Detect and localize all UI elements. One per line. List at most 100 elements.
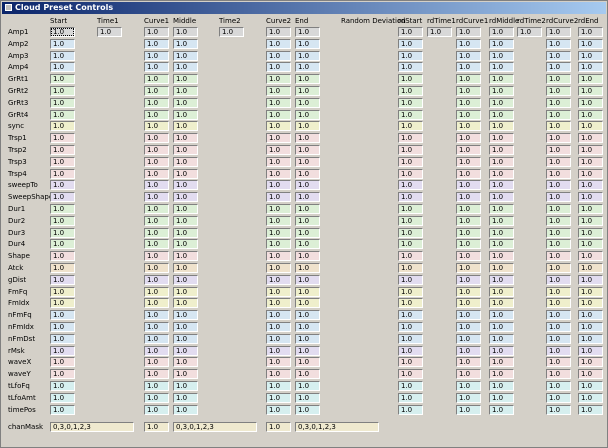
rdmiddle-field[interactable]: 1.0 [489,287,514,297]
curve1-field[interactable]: 1.0 [144,157,169,167]
middle-field[interactable]: 1.0 [173,121,198,131]
curve2-field[interactable]: 1.0 [266,228,291,238]
curve1-field[interactable]: 1.0 [144,145,169,155]
rdstart-field[interactable]: 1.0 [398,275,423,285]
rdmiddle-field[interactable]: 1.0 [489,204,514,214]
start-field[interactable]: 1.0 [50,298,75,308]
rdcurve1-field[interactable]: 1.0 [456,110,481,120]
rdend-field[interactable]: 1.0 [578,346,603,356]
end-field[interactable]: 1.0 [295,145,320,155]
end-field[interactable]: 1.0 [295,86,320,96]
curve1-field[interactable]: 1.0 [144,51,169,61]
middle-field[interactable]: 1.0 [173,239,198,249]
end-field[interactable]: 1.0 [295,39,320,49]
start-field[interactable]: 1.0 [50,86,75,96]
rdcurve1-field[interactable]: 1.0 [456,346,481,356]
rdcurve2-field[interactable]: 1.0 [546,275,571,285]
rdstart-field[interactable]: 1.0 [398,381,423,391]
end-field[interactable]: 1.0 [295,275,320,285]
curve1-field[interactable]: 1.0 [144,169,169,179]
rdcurve1-field[interactable]: 1.0 [456,121,481,131]
rdmiddle-field[interactable]: 1.0 [489,86,514,96]
middle-field[interactable]: 1.0 [173,310,198,320]
rdcurve1-field[interactable]: 1.0 [456,239,481,249]
title-bar[interactable]: Cloud Preset Controls [2,2,606,14]
rdmiddle-field[interactable]: 1.0 [489,228,514,238]
rdstart-field[interactable]: 1.0 [398,334,423,344]
curve1-field[interactable]: 1.0 [144,62,169,72]
rdend-field[interactable]: 1.0 [578,357,603,367]
curve2-field[interactable]: 1.0 [266,405,291,415]
rdcurve1-field[interactable]: 1.0 [456,263,481,273]
rdstart-field[interactable]: 1.0 [398,393,423,403]
rdend-field[interactable]: 1.0 [578,263,603,273]
rdstart-field[interactable]: 1.0 [398,169,423,179]
curve2-field[interactable]: 1.0 [266,263,291,273]
rdcurve2-field[interactable]: 1.0 [546,157,571,167]
end-field[interactable]: 1.0 [295,322,320,332]
curve1-field[interactable]: 1.0 [144,369,169,379]
start-field[interactable]: 1.0 [50,239,75,249]
start-field[interactable]: 1.0 [50,27,75,37]
middle-field[interactable]: 1.0 [173,251,198,261]
rdmiddle-field[interactable]: 1.0 [489,98,514,108]
middle-field[interactable]: 1.0 [173,322,198,332]
middle-field[interactable]: 1.0 [173,169,198,179]
start-field[interactable]: 1.0 [50,346,75,356]
rdcurve2-field[interactable]: 1.0 [546,287,571,297]
end-field[interactable]: 1.0 [295,310,320,320]
curve2-field[interactable]: 1.0 [266,121,291,131]
middle-field[interactable]: 1.0 [173,334,198,344]
end-field[interactable]: 1.0 [295,51,320,61]
rdmiddle-field[interactable]: 1.0 [489,275,514,285]
curve1-field[interactable]: 1.0 [144,322,169,332]
rdend-field[interactable]: 1.0 [578,133,603,143]
middle-field[interactable]: 1.0 [173,180,198,190]
start-field[interactable]: 1.0 [50,310,75,320]
rdcurve2-field[interactable]: 1.0 [546,51,571,61]
curve1-field[interactable]: 1.0 [144,204,169,214]
curve2-field[interactable]: 1.0 [266,298,291,308]
rdcurve1-field[interactable]: 1.0 [456,133,481,143]
rdcurve1-field[interactable]: 1.0 [456,251,481,261]
rdcurve1-field[interactable]: 1.0 [456,86,481,96]
middle-field[interactable]: 1.0 [173,204,198,214]
rdcurve2-field[interactable]: 1.0 [546,263,571,273]
curve2-field[interactable]: 1.0 [266,86,291,96]
end-field[interactable]: 1.0 [295,357,320,367]
curve2-field[interactable]: 1.0 [266,346,291,356]
rdmiddle-field[interactable]: 1.0 [489,51,514,61]
end-field[interactable]: 1.0 [295,204,320,214]
end-field[interactable]: 1.0 [295,121,320,131]
curve1-field[interactable]: 1.0 [144,275,169,285]
start-field[interactable]: 1.0 [50,204,75,214]
curve1-field[interactable]: 1.0 [144,39,169,49]
curve1-field[interactable]: 1.0 [144,74,169,84]
rdstart-field[interactable]: 1.0 [398,145,423,155]
rdcurve2-field[interactable]: 1.0 [546,74,571,84]
end-field[interactable]: 1.0 [295,180,320,190]
rdmiddle-field[interactable]: 1.0 [489,357,514,367]
rdend-field[interactable]: 1.0 [578,121,603,131]
start-field[interactable]: 1.0 [50,169,75,179]
rdcurve1-field[interactable]: 1.0 [456,169,481,179]
start-field[interactable]: 1.0 [50,263,75,273]
rdend-field[interactable]: 1.0 [578,251,603,261]
rdstart-field[interactable]: 1.0 [398,369,423,379]
rdend-field[interactable]: 1.0 [578,180,603,190]
rdcurve1-field[interactable]: 1.0 [456,180,481,190]
rdcurve2-field[interactable]: 1.0 [546,393,571,403]
rdcurve1-field[interactable]: 1.0 [456,27,481,37]
curve2-field[interactable]: 1.0 [266,239,291,249]
start-field[interactable]: 1.0 [50,357,75,367]
chanmask-middle-field[interactable]: 0,3,0,1,2,3 [173,422,257,432]
start-field[interactable]: 1.0 [50,51,75,61]
rdend-field[interactable]: 1.0 [578,298,603,308]
rdstart-field[interactable]: 1.0 [398,157,423,167]
end-field[interactable]: 1.0 [295,228,320,238]
rdstart-field[interactable]: 1.0 [398,133,423,143]
end-field[interactable]: 1.0 [295,298,320,308]
rdmiddle-field[interactable]: 1.0 [489,322,514,332]
rdcurve1-field[interactable]: 1.0 [456,98,481,108]
rdcurve1-field[interactable]: 1.0 [456,51,481,61]
